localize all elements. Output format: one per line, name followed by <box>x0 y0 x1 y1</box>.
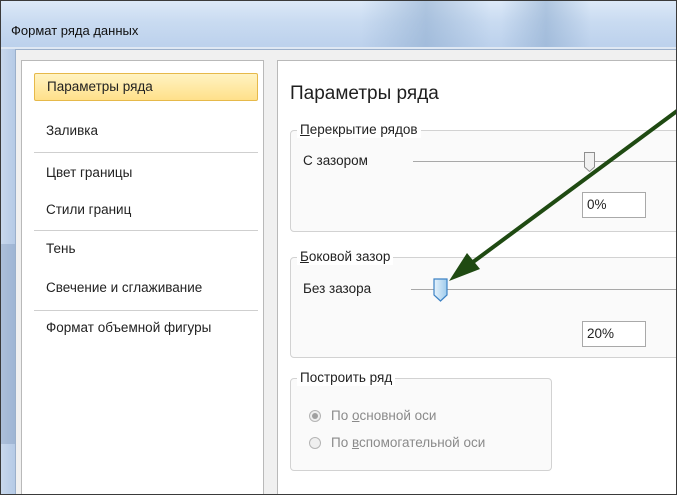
overlap-group-legend: Перекрытие рядов <box>297 122 421 138</box>
nav-item-border-styles[interactable]: Стили границ <box>34 196 258 224</box>
nav-item-3d-format[interactable]: Формат объемной фигуры <box>34 314 258 342</box>
plot-series-on-legend: Построить ряд <box>297 370 396 386</box>
overlap-slider-thumb[interactable] <box>584 152 595 172</box>
nav-item-label: Цвет границы <box>46 165 133 180</box>
nav-item-fill[interactable]: Заливка <box>34 117 258 145</box>
nav-item-glow-soft-edges[interactable]: Свечение и сглаживание <box>34 274 258 302</box>
gap-width-group-legend: Боковой зазор <box>297 249 394 265</box>
overlap-group: Перекрытие рядов С зазором 0% <box>290 122 676 232</box>
title-bar-blur-2 <box>501 1 591 47</box>
nav-item-series-options[interactable]: Параметры ряда <box>34 73 258 101</box>
window-title: Формат ряда данных <box>11 23 139 38</box>
nav-item-label: Тень <box>46 241 76 256</box>
plot-series-on-group: Построить ряд По основной оси По вспомог… <box>290 370 552 471</box>
nav-item-label: Стили границ <box>46 202 132 217</box>
nav-separator <box>34 152 258 153</box>
radio-button[interactable] <box>309 437 321 449</box>
nav-item-border-color[interactable]: Цвет границы <box>34 159 258 187</box>
gap-width-group: Боковой зазор Без зазора 20% <box>290 249 676 358</box>
nav-separator <box>34 230 258 231</box>
gap-width-min-label: Без зазора <box>303 281 372 296</box>
nav-item-label: Формат объемной фигуры <box>46 320 212 335</box>
nav-separator <box>34 310 258 311</box>
title-bar[interactable]: Формат ряда данных <box>1 1 676 47</box>
overlap-min-label: С зазором <box>303 153 368 168</box>
dialog-window: Формат ряда данных Параметры ряда Заливк… <box>0 0 677 495</box>
title-bar-blur <box>361 1 491 47</box>
panel-title: Параметры ряда <box>290 83 439 104</box>
nav-item-label: Параметры ряда <box>47 79 153 94</box>
nav-item-label: Заливка <box>46 123 98 138</box>
category-list: Параметры ряда Заливка Цвет границы Стил… <box>21 60 264 494</box>
options-panel: Параметры ряда Перекрытие рядов С зазоро… <box>277 60 676 494</box>
overlap-slider-track[interactable] <box>413 161 676 162</box>
overlap-value-input[interactable]: 0% <box>582 192 646 218</box>
radio-secondary-axis[interactable]: По вспомогательной оси <box>309 435 485 450</box>
gap-width-slider-thumb[interactable] <box>433 278 448 302</box>
gap-width-slider-track[interactable] <box>411 289 676 290</box>
gap-width-value-input[interactable]: 20% <box>582 321 646 347</box>
radio-button-checked[interactable] <box>309 410 321 422</box>
nav-item-label: Свечение и сглаживание <box>46 280 203 295</box>
radio-primary-axis[interactable]: По основной оси <box>309 408 436 423</box>
window-left-edge <box>1 49 15 494</box>
nav-item-shadow[interactable]: Тень <box>34 235 258 263</box>
